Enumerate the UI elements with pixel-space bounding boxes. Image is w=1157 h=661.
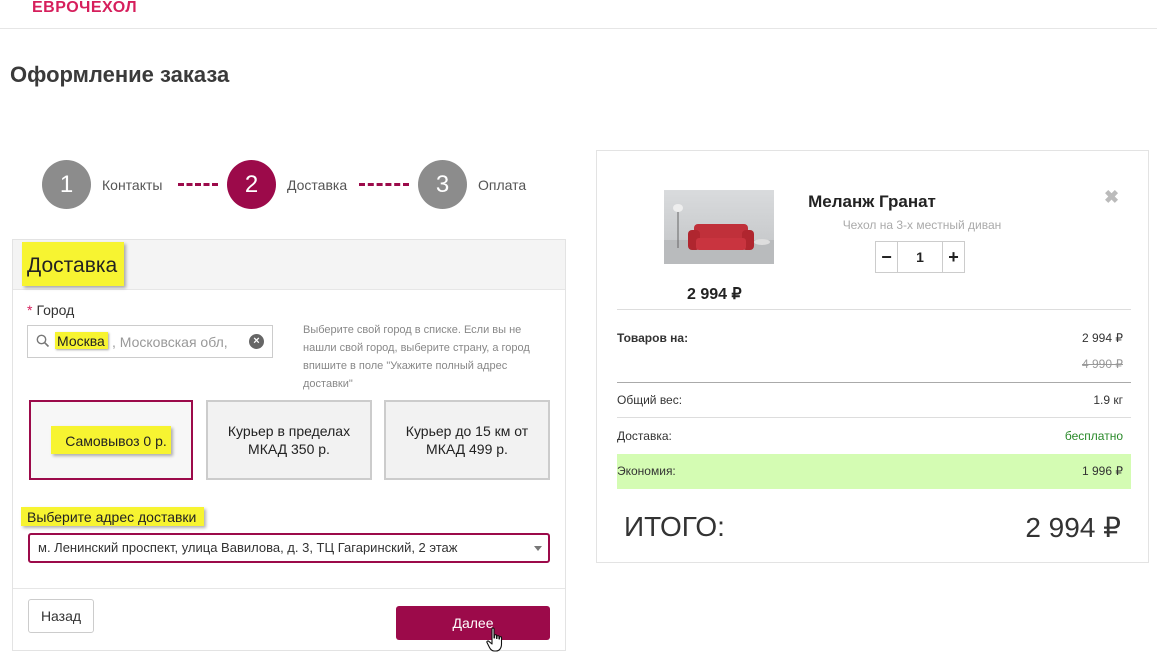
delivery-value: бесплатно <box>1064 429 1123 443</box>
page-title: Оформление заказа <box>10 62 230 87</box>
option-label: Курьер до 15 км от МКАД 499 р. <box>406 422 528 458</box>
clear-icon[interactable]: × <box>249 334 264 349</box>
option-label: Курьер в пределах МКАД 350 р. <box>228 422 350 458</box>
step-label: Доставка <box>287 176 348 193</box>
weight-row: Общий вес: 1.9 кг <box>617 393 1131 407</box>
delivery-option-courier-mkad[interactable]: Курьер в пределах МКАД 350 р. <box>206 400 372 480</box>
step-connector <box>178 183 218 186</box>
delivery-panel-header: Доставка <box>13 240 565 290</box>
divider <box>617 417 1131 418</box>
goods-label: Товаров на: <box>617 331 689 345</box>
item-price: 2 994 ₽ <box>687 286 742 303</box>
item-subtitle: Чехол на 3-х местный диван <box>842 218 1002 232</box>
option-line: МКАД 350 р. <box>248 441 330 457</box>
divider <box>13 588 565 589</box>
total-value: 2 994 ₽ <box>1025 512 1121 543</box>
step-delivery[interactable]: 2 Доставка <box>227 160 347 209</box>
city-value-rest: , Московская обл, Р <box>112 334 232 350</box>
weight-label: Общий вес: <box>617 393 683 407</box>
item-name[interactable]: Меланж Гранат <box>747 192 997 212</box>
step-number: 2 <box>227 160 276 209</box>
step-connector <box>359 183 409 186</box>
city-label: * Город <box>27 302 74 318</box>
option-label: Самовывоз 0 р. <box>51 426 171 454</box>
goods-old-value: 4 990 ₽ <box>1082 357 1123 371</box>
search-icon <box>36 334 50 348</box>
weight-value: 1.9 кг <box>1093 393 1123 407</box>
remove-item-icon[interactable]: ✖ <box>1104 187 1119 208</box>
increase-button[interactable]: + <box>942 242 964 272</box>
delivery-title: Доставка <box>22 242 125 286</box>
step-contacts[interactable]: 1 Контакты <box>42 160 162 209</box>
address-label: Выберите адрес доставки <box>21 507 205 526</box>
city-input[interactable]: Москва , Московская обл, Р × <box>27 325 273 358</box>
savings-value: 1 996 ₽ <box>1082 464 1123 478</box>
option-line: Курьер до 15 км от <box>405 423 529 439</box>
step-label: Оплата <box>478 176 527 193</box>
delivery-option-pickup[interactable]: Самовывоз 0 р. <box>29 400 193 480</box>
item-name-wrap: Меланж Гранат <box>597 192 1150 212</box>
delivery-label: Доставка: <box>617 429 672 443</box>
city-hint: Выберите свой город в списке. Если вы не… <box>303 324 530 390</box>
savings-row: Экономия: 1 996 ₽ <box>617 464 1131 478</box>
savings-label: Экономия: <box>617 464 676 478</box>
goods-value: 2 994 ₽ <box>1082 331 1123 345</box>
city-label-text: Город <box>36 302 75 318</box>
back-button[interactable]: Назад <box>28 599 94 633</box>
step-number: 3 <box>418 160 467 209</box>
decrease-button[interactable]: − <box>876 242 898 272</box>
delivery-option-courier-15km[interactable]: Курьер до 15 км от МКАД 499 р. <box>384 400 550 480</box>
step-payment[interactable]: 3 Оплата <box>418 160 526 209</box>
option-line: МКАД 499 р. <box>426 441 508 457</box>
address-value: м. Ленинский проспект, улица Вавилова, д… <box>38 540 458 555</box>
next-button[interactable]: Далее <box>396 606 550 640</box>
option-line: Курьер в пределах <box>227 423 351 439</box>
order-summary: 2 994 ₽ Меланж Гранат Чехол на 3-х местн… <box>596 150 1149 563</box>
required-mark: * <box>27 302 33 318</box>
delivery-panel: Доставка * Город Москва , Московская обл,… <box>12 239 566 651</box>
step-number: 1 <box>42 160 91 209</box>
address-select[interactable]: м. Ленинский проспект, улица Вавилова, д… <box>28 533 550 563</box>
quantity-stepper: − 1 + <box>875 241 965 273</box>
logo[interactable]: ЕВРОЧЕХОЛ <box>32 0 137 16</box>
divider <box>617 382 1131 383</box>
hand-cursor-icon <box>486 627 503 652</box>
divider <box>617 309 1131 310</box>
step-label: Контакты <box>102 176 163 193</box>
quantity-value[interactable]: 1 <box>898 242 942 272</box>
goods-row: Товаров на: 2 994 ₽ <box>617 331 1131 345</box>
delivery-row: Доставка: бесплатно <box>617 429 1131 443</box>
chevron-down-icon <box>534 546 542 551</box>
city-value: Москва <box>55 332 108 349</box>
total-label: ИТОГО: <box>624 511 725 542</box>
top-bar: ЕВРОЧЕХОЛ <box>0 0 1157 29</box>
